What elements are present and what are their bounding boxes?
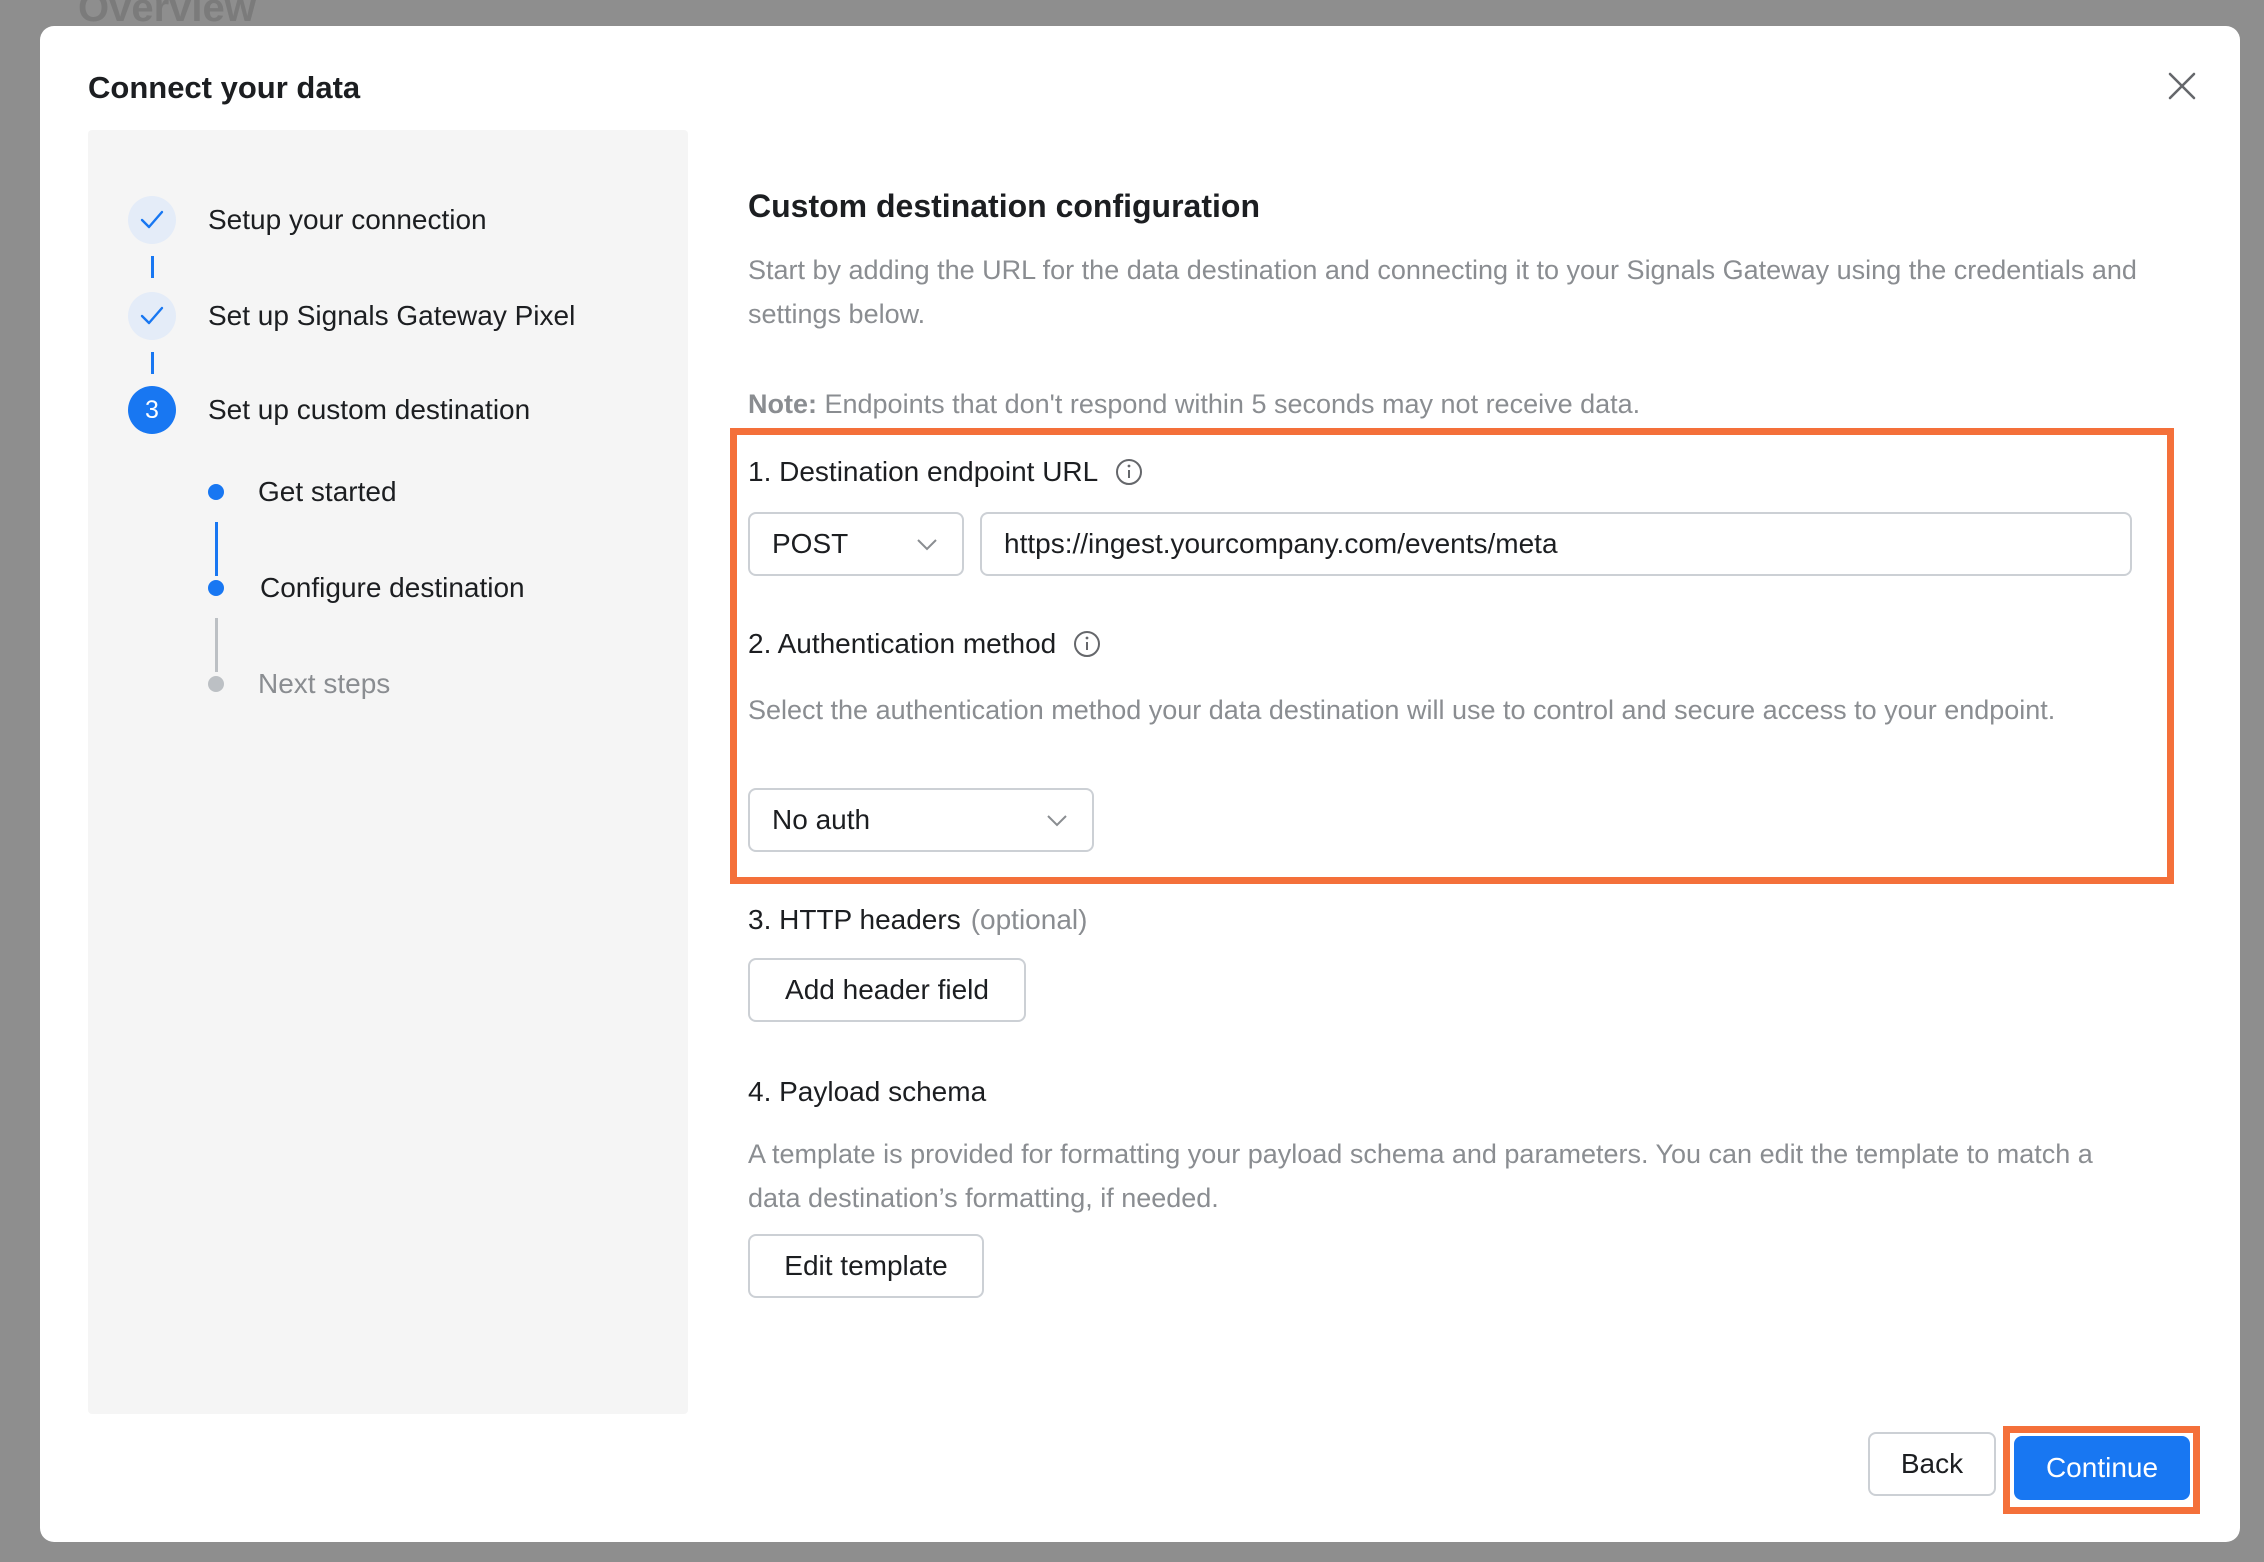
endpoint-url-input[interactable]: https://ingest.yourcompany.com/events/me… xyxy=(980,512,2132,576)
endpoint-url-label-text: 1. Destination endpoint URL xyxy=(748,456,1099,487)
chevron-down-icon xyxy=(1047,815,1067,827)
step-label: Set up custom destination xyxy=(208,394,531,425)
substep-next-steps[interactable]: Next steps xyxy=(208,668,390,700)
chevron-down-icon xyxy=(917,539,937,551)
note-label: Note: xyxy=(748,389,817,419)
step-setup-connection[interactable]: Setup your connection xyxy=(128,196,487,244)
http-method-value: POST xyxy=(772,528,849,559)
add-header-field-button[interactable]: Add header field xyxy=(748,958,1026,1022)
info-icon[interactable] xyxy=(1072,629,1102,659)
checkmark-icon xyxy=(140,210,164,229)
optional-tag: (optional) xyxy=(970,904,1088,935)
section-title: Custom destination configuration xyxy=(748,188,1260,224)
connect-data-modal: Connect your data Setup your connection … xyxy=(40,26,2240,1542)
close-button[interactable] xyxy=(2162,66,2202,106)
auth-method-label-text: 2. Authentication method xyxy=(748,628,1057,659)
http-headers-label-text: 3. HTTP headers xyxy=(748,904,961,935)
edit-template-button[interactable]: Edit template xyxy=(748,1234,984,1298)
step-signals-gateway-pixel[interactable]: Set up Signals Gateway Pixel xyxy=(128,292,575,340)
note-text: Endpoints that don't respond within 5 se… xyxy=(817,389,1641,419)
info-icon[interactable] xyxy=(1114,457,1144,487)
substep-configure-destination[interactable]: Configure destination xyxy=(208,572,525,604)
substep-connector xyxy=(215,522,218,576)
auth-method-description: Select the authentication method your da… xyxy=(748,695,2056,725)
substep-dot xyxy=(208,484,224,500)
auth-method-label: 2. Authentication method xyxy=(748,628,1102,660)
modal-title: Connect your data xyxy=(88,70,361,105)
back-button[interactable]: Back xyxy=(1868,1432,1996,1496)
step-complete-badge xyxy=(128,196,176,244)
step-label: Set up Signals Gateway Pixel xyxy=(208,300,576,331)
close-icon xyxy=(2168,72,2196,100)
substep-connector xyxy=(215,618,218,672)
substep-dot xyxy=(208,580,224,596)
substep-label: Configure destination xyxy=(260,572,525,603)
step-connector xyxy=(151,352,154,374)
substep-label: Get started xyxy=(258,476,397,507)
stepper-sidebar: Setup your connection Set up Signals Gat… xyxy=(88,130,688,1414)
step-connector xyxy=(151,256,154,278)
endpoint-url-label: 1. Destination endpoint URL xyxy=(748,456,1144,488)
substep-get-started[interactable]: Get started xyxy=(208,476,397,508)
http-headers-label: 3. HTTP headers (optional) xyxy=(748,904,1087,936)
timeout-note: Note: Endpoints that don't respond withi… xyxy=(748,382,2148,426)
step-custom-destination[interactable]: 3 Set up custom destination xyxy=(128,386,530,434)
auth-method-select[interactable]: No auth xyxy=(748,788,1094,852)
substep-label: Next steps xyxy=(258,668,391,699)
step-label: Setup your connection xyxy=(208,204,487,235)
auth-method-value: No auth xyxy=(772,804,871,835)
payload-schema-description: A template is provided for formatting yo… xyxy=(748,1139,2093,1213)
checkmark-icon xyxy=(140,306,164,325)
payload-schema-label: 4. Payload schema xyxy=(748,1076,987,1107)
step-complete-badge xyxy=(128,292,176,340)
substep-dot xyxy=(208,676,224,692)
http-method-select[interactable]: POST xyxy=(748,512,964,576)
continue-button[interactable]: Continue xyxy=(2014,1436,2190,1500)
section-description: Start by adding the URL for the data des… xyxy=(748,255,2137,329)
step-number-badge: 3 xyxy=(128,386,176,434)
